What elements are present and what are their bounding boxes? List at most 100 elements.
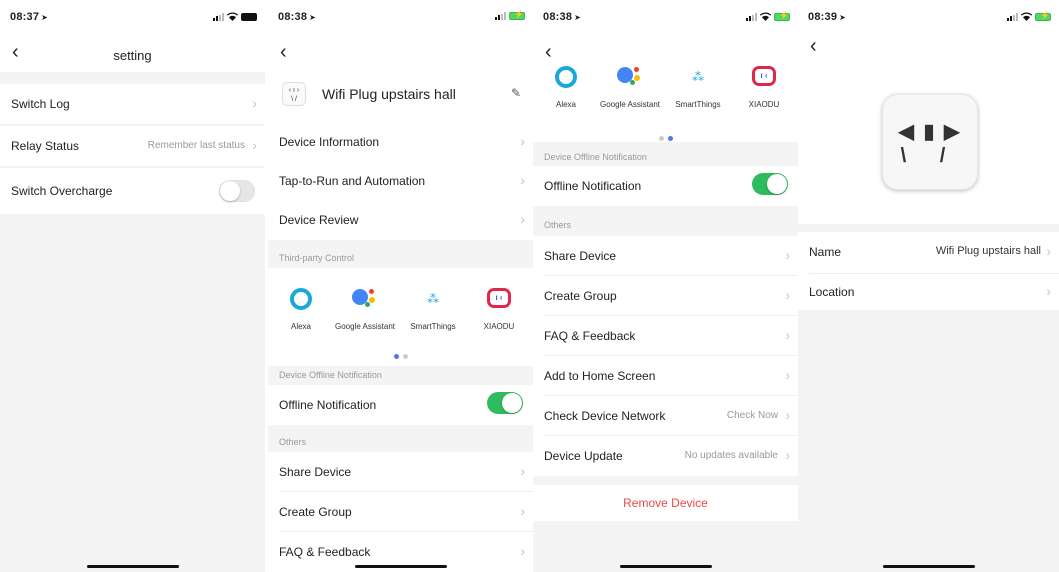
page-dots <box>533 128 798 146</box>
google-assistant-icon <box>615 62 645 92</box>
signal-icon <box>1007 12 1018 21</box>
location-arrow-icon: ➤ <box>41 13 49 22</box>
page-dots <box>268 346 533 364</box>
wifi-icon <box>760 12 771 21</box>
nav-bar: ‹ setting <box>0 34 265 72</box>
section-label: Third-party Control <box>279 253 355 263</box>
remove-device-label: Remove Device <box>623 496 708 510</box>
alexa-icon <box>551 62 581 92</box>
google-assistant-item[interactable]: Google Assistant <box>332 284 398 331</box>
chevron-right-icon: › <box>785 327 790 343</box>
smartthings-icon: ⁂ <box>427 292 439 306</box>
row-create-group[interactable]: Create Group › <box>533 276 798 316</box>
row-tap-to-run[interactable]: Tap-to-Run and Automation › <box>268 161 533 201</box>
back-button[interactable]: ‹ <box>280 42 287 62</box>
home-indicator <box>354 565 447 568</box>
chevron-right-icon: › <box>785 287 790 303</box>
device-header: ‹ ı › \ / Wifi Plug upstairs hall ✎ <box>268 72 533 122</box>
section-label: Others <box>279 437 307 447</box>
row-label: Offline Notification <box>279 398 377 412</box>
row-label: Share Device <box>544 249 617 263</box>
row-faq-feedback[interactable]: FAQ & Feedback › <box>533 316 798 356</box>
chevron-right-icon: › <box>785 407 790 423</box>
wifi-icon <box>1021 12 1032 21</box>
screen-device-settings-scrolled: 08:38➤ ‹ Alexa Google Assistant ⁂ SmartT… <box>533 0 798 572</box>
chevron-right-icon: › <box>520 463 525 479</box>
status-time: 08:38 ➤ <box>278 11 317 23</box>
home-indicator <box>619 565 712 568</box>
status-time: 08:39 ➤ <box>808 11 847 23</box>
smartthings-icon: ⁂ <box>692 70 704 84</box>
smartthings-item[interactable]: ⁂ SmartThings <box>665 62 731 109</box>
row-label: Switch Overcharge <box>11 184 113 198</box>
chevron-right-icon: › <box>520 503 525 519</box>
row-switch-overcharge: Switch Overcharge <box>0 168 265 214</box>
chevron-right-icon: › <box>1046 243 1051 259</box>
row-check-device-network[interactable]: Check Device Network Check Now › <box>533 396 798 436</box>
status-bar: 08:38 ➤ <box>268 0 533 34</box>
xiaodu-item[interactable]: ı ‹ XIAODU <box>466 284 532 331</box>
xiaodu-item[interactable]: ı ‹ XIAODU <box>731 62 797 109</box>
row-value: Wifi Plug upstairs hall <box>935 245 1041 257</box>
chevron-right-icon: › <box>520 172 525 188</box>
screen-setting: 08:37 ➤ ‹ setting Switch Log › Relay Stat… <box>0 0 265 572</box>
back-button[interactable]: ‹ <box>810 36 817 56</box>
row-offline-notification: Offline Notification <box>533 166 798 206</box>
chevron-right-icon: › <box>785 247 790 263</box>
nav-bar: ‹ <box>533 34 798 62</box>
xiaodu-icon: ı ‹ <box>484 284 514 314</box>
chevron-right-icon: › <box>252 137 257 153</box>
smartthings-item[interactable]: ⁂ SmartThings <box>400 284 466 331</box>
status-bar: 08:38 ➤ <box>533 0 798 34</box>
signal-icon <box>746 12 757 21</box>
row-relay-status[interactable]: Relay Status Remember last status › <box>0 126 265 166</box>
chevron-right-icon: › <box>1046 283 1051 299</box>
location-arrow-icon: ➤ <box>574 13 582 22</box>
overcharge-toggle[interactable] <box>219 180 255 202</box>
xiaodu-icon: ı ‹ <box>749 62 779 92</box>
row-label: Share Device <box>279 465 352 479</box>
row-share-device[interactable]: Share Device › <box>533 236 798 276</box>
row-device-review[interactable]: Device Review › <box>268 200 533 240</box>
signal-icon <box>213 12 224 21</box>
row-label: Relay Status <box>11 139 80 153</box>
row-offline-notification: Offline Notification <box>268 385 533 425</box>
edit-icon[interactable]: ✎ <box>511 86 521 100</box>
row-label: Offline Notification <box>544 179 642 193</box>
remove-device-button[interactable]: Remove Device <box>533 485 798 521</box>
wifi-icon <box>227 12 238 21</box>
section-label: Device Offline Notification <box>544 152 647 162</box>
row-switch-log[interactable]: Switch Log › <box>0 84 265 124</box>
chevron-right-icon: › <box>520 543 525 559</box>
row-location[interactable]: Location › <box>798 274 1059 310</box>
row-device-update[interactable]: Device Update No updates available › <box>533 436 798 476</box>
row-share-device[interactable]: Share Device › <box>268 452 533 492</box>
row-device-information[interactable]: Device Information › <box>268 122 533 162</box>
chevron-right-icon: › <box>520 133 525 149</box>
battery-charging-icon <box>1035 11 1051 21</box>
nav-bar: ‹ <box>268 34 533 72</box>
signal-icon <box>495 12 506 20</box>
chevron-right-icon: › <box>252 95 257 111</box>
row-label: Location <box>809 285 855 299</box>
row-create-group[interactable]: Create Group › <box>268 492 533 532</box>
offline-notification-toggle[interactable] <box>487 392 523 414</box>
battery-charging-icon <box>774 11 790 21</box>
page-title: setting <box>113 48 152 63</box>
status-time: 08:38 ➤ <box>543 11 582 23</box>
alexa-item[interactable]: Alexa <box>533 62 599 109</box>
offline-notification-toggle[interactable] <box>752 173 788 195</box>
chevron-right-icon: › <box>520 211 525 227</box>
row-label: Switch Log <box>11 97 70 111</box>
row-label: Device Update <box>544 449 623 463</box>
alexa-item[interactable]: Alexa <box>268 284 334 331</box>
row-label: Add to Home Screen <box>544 369 656 383</box>
row-label: Device Information <box>279 135 380 149</box>
row-name[interactable]: Name Wifi Plug upstairs hall › <box>798 232 1059 274</box>
battery-icon <box>241 12 257 21</box>
row-label: Device Review <box>279 213 359 227</box>
row-add-to-home-screen[interactable]: Add to Home Screen › <box>533 356 798 396</box>
row-label: Name <box>809 245 842 259</box>
google-assistant-item[interactable]: Google Assistant <box>597 62 663 109</box>
screen-device-info: 08:39➤ ‹ ◀ ▮ ▶ \ / Name Wifi Plug upstai… <box>798 0 1059 572</box>
